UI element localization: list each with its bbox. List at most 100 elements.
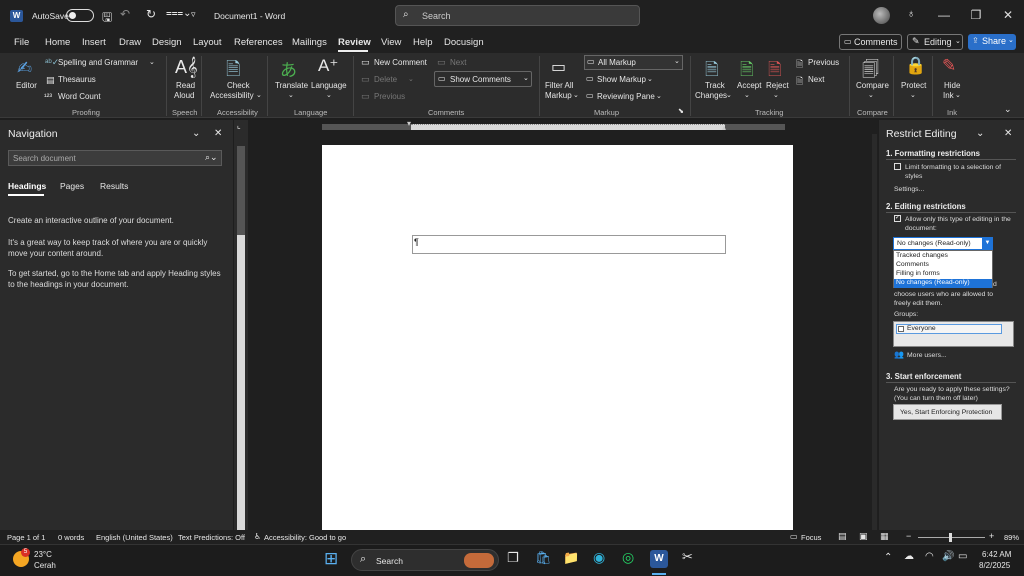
- editor-button[interactable]: Editor: [16, 81, 37, 90]
- tab-pages[interactable]: Pages: [60, 181, 84, 191]
- indent-marker-icon[interactable]: ▾: [407, 119, 411, 128]
- close-icon[interactable]: ✕: [998, 8, 1018, 24]
- right-indent-marker-icon[interactable]: ▴: [722, 123, 726, 132]
- header-region[interactable]: ¶: [412, 235, 726, 254]
- volume-icon[interactable]: 🔊: [942, 551, 954, 562]
- redo-icon[interactable]: ↻: [146, 7, 156, 21]
- edge-icon[interactable]: ◉: [593, 549, 605, 566]
- tab-references[interactable]: References: [234, 37, 283, 48]
- web-layout-icon[interactable]: ▦: [880, 531, 889, 542]
- track-changes-label-1[interactable]: Track: [705, 81, 725, 90]
- zoom-in-icon[interactable]: +: [989, 531, 994, 541]
- tab-file[interactable]: File: [14, 37, 29, 48]
- share-button[interactable]: ⇪ Share ⌄: [968, 34, 1016, 50]
- chevron-down-icon[interactable]: ⌄: [726, 91, 732, 99]
- chevron-down-icon[interactable]: ⌄: [326, 91, 332, 99]
- tab-home[interactable]: Home: [45, 37, 70, 48]
- editing-button[interactable]: ✎ Editing ⌄: [907, 34, 963, 50]
- chevron-down-icon[interactable]: ⌄: [955, 91, 961, 99]
- zoom-slider[interactable]: [918, 533, 985, 542]
- dropdown-arrow-icon[interactable]: ▼: [982, 238, 993, 249]
- chevron-down-icon[interactable]: ⌄: [656, 92, 662, 100]
- document-page[interactable]: [322, 145, 793, 530]
- display-for-review-select[interactable]: ▭ All Markup ⌄: [584, 55, 683, 70]
- chevron-down-icon[interactable]: ⌄: [773, 91, 779, 99]
- check-accessibility-label-1[interactable]: Check: [227, 81, 250, 90]
- translate-icon[interactable]: あ: [280, 56, 297, 81]
- show-comments-button[interactable]: ▭ Show Comments ⌄: [434, 71, 532, 87]
- tab-view[interactable]: View: [381, 37, 401, 48]
- filter-markup-icon[interactable]: ▭: [551, 57, 566, 77]
- accessibility-status[interactable]: Accessibility: Good to go: [264, 533, 346, 542]
- chevron-down-icon[interactable]: ⌄: [408, 75, 414, 83]
- chevron-down-icon[interactable]: ⌄: [910, 91, 916, 99]
- previous-comment-button[interactable]: Previous: [374, 92, 405, 101]
- tab-review[interactable]: Review: [338, 37, 371, 48]
- accept-button[interactable]: Accept: [737, 81, 761, 90]
- avatar[interactable]: [873, 7, 890, 24]
- print-layout-icon[interactable]: ▣: [859, 531, 868, 542]
- focus-button[interactable]: Focus: [801, 533, 821, 542]
- more-users-link[interactable]: More users...: [907, 352, 947, 359]
- next-comment-button[interactable]: Next: [450, 58, 466, 67]
- protect-button[interactable]: Protect: [901, 81, 926, 90]
- editing-type-dropdown[interactable]: No changes (Read-only) ▼: [893, 237, 993, 250]
- task-view-icon[interactable]: ❐: [507, 550, 519, 566]
- track-changes-label-2[interactable]: Changes: [695, 91, 727, 100]
- option-no-changes[interactable]: No changes (Read-only): [894, 279, 992, 288]
- undo-icon[interactable]: ↶: [120, 7, 130, 21]
- read-aloud-icon[interactable]: A𝄞: [175, 57, 198, 78]
- next-change-button[interactable]: Next: [808, 75, 824, 84]
- chevron-down-icon[interactable]: ⌄: [256, 91, 262, 99]
- chevron-up-icon[interactable]: ⌃: [884, 552, 892, 563]
- allow-editing-checkbox[interactable]: ✓: [894, 215, 901, 222]
- word-taskbar-icon[interactable]: W: [650, 550, 668, 568]
- tab-selector-icon[interactable]: ⌞: [237, 121, 241, 130]
- tab-draw[interactable]: Draw: [119, 37, 141, 48]
- check-accessibility-label-2[interactable]: Accessibility: [210, 91, 254, 100]
- chevron-down-icon[interactable]: ⌄: [868, 91, 874, 99]
- option-tracked-changes[interactable]: Tracked changes: [896, 252, 948, 259]
- tab-layout[interactable]: Layout: [193, 37, 222, 48]
- editor-icon[interactable]: ✍: [17, 58, 32, 79]
- option-comments[interactable]: Comments: [896, 261, 929, 268]
- collapse-ribbon-icon[interactable]: ⌄: [1004, 104, 1012, 115]
- lock-icon[interactable]: 🔒: [905, 56, 926, 76]
- minimize-icon[interactable]: —: [934, 8, 954, 24]
- hide-ink-label-2[interactable]: Ink: [943, 91, 954, 100]
- horizontal-ruler[interactable]: ▾ ▴: [248, 119, 878, 134]
- zoom-out-icon[interactable]: −: [906, 531, 911, 541]
- delete-comment-button[interactable]: Delete: [374, 75, 397, 84]
- search-icon[interactable]: ⌕⌄: [205, 152, 218, 163]
- search-document-input[interactable]: Search document ⌕⌄: [8, 150, 222, 166]
- chevron-down-icon[interactable]: ⌄: [744, 91, 750, 99]
- filter-markup-label-2[interactable]: Markup: [545, 91, 572, 100]
- clock-date[interactable]: 8/2/2025: [979, 561, 1010, 570]
- cloud-icon[interactable]: ☁: [904, 551, 914, 562]
- lightbulb-icon[interactable]: ♁: [907, 8, 915, 20]
- store-icon[interactable]: 🛍: [535, 550, 552, 566]
- tab-headings[interactable]: Headings: [8, 181, 46, 191]
- comments-button[interactable]: ▭ Comments: [839, 34, 902, 50]
- limit-formatting-checkbox[interactable]: [894, 163, 901, 170]
- snipping-tool-icon[interactable]: ✂: [682, 549, 693, 565]
- show-markup-button[interactable]: Show Markup: [597, 75, 646, 84]
- start-enforcing-button[interactable]: Yes, Start Enforcing Protection: [893, 404, 1002, 420]
- option-filling-in-forms[interactable]: Filling in forms: [896, 270, 940, 277]
- wifi-icon[interactable]: ◠: [925, 551, 934, 562]
- word-count-status[interactable]: 0 words: [58, 533, 84, 542]
- tab-design[interactable]: Design: [152, 37, 182, 48]
- filter-markup-label-1[interactable]: Filter All: [545, 81, 573, 90]
- reject-button[interactable]: Reject: [766, 81, 789, 90]
- chevron-down-icon[interactable]: ⌄: [647, 75, 653, 83]
- compare-button[interactable]: Compare: [856, 81, 889, 90]
- autosave-toggle[interactable]: [66, 9, 94, 22]
- temperature[interactable]: 23°C: [34, 550, 52, 559]
- tab-help[interactable]: Help: [413, 37, 433, 48]
- translate-button[interactable]: Translate: [275, 81, 308, 90]
- tab-docusign[interactable]: Docusign: [444, 37, 484, 48]
- read-aloud-label-2[interactable]: Aloud: [174, 91, 194, 100]
- taskbar-search[interactable]: ⌕ Search: [351, 549, 499, 571]
- customize-qat-icon[interactable]: ⩶⌄: [166, 8, 192, 19]
- vertical-ruler[interactable]: [234, 120, 248, 530]
